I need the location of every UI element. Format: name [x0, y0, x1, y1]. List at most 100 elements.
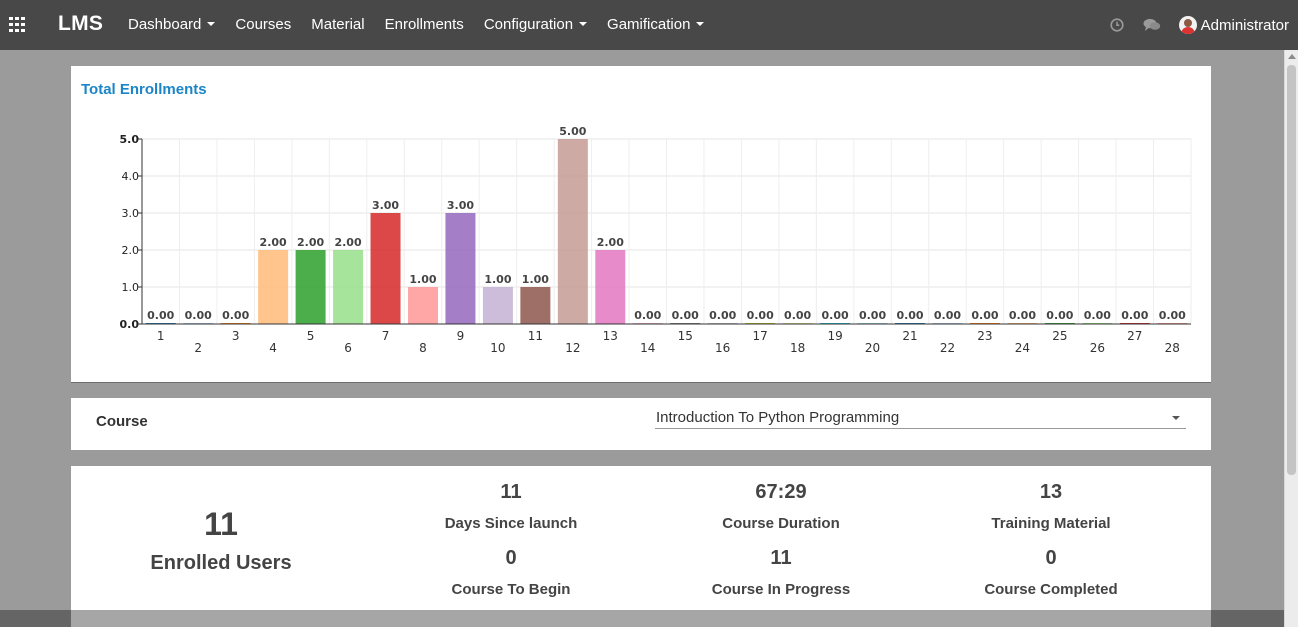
bar-value-label: 1.00	[484, 273, 511, 286]
x-tick-label: 6	[344, 341, 352, 355]
x-tick-label: 11	[528, 329, 543, 343]
menu-material[interactable]: Material	[301, 0, 374, 50]
course-select[interactable]: Introduction To Python Programming	[655, 407, 1186, 429]
chart-bar	[295, 250, 326, 324]
bar-value-label: 0.00	[747, 309, 774, 322]
stat-course-in-progress-value: 11	[770, 547, 792, 569]
y-tick-label: 1.0	[122, 281, 140, 294]
bar-value-label: 2.00	[260, 236, 287, 249]
chart-bar	[482, 287, 513, 324]
bottom-shade	[0, 610, 1284, 627]
bar-value-label: 3.00	[447, 199, 474, 212]
bar-value-label: 0.00	[672, 309, 699, 322]
x-tick-label: 5	[307, 329, 315, 343]
scroll-thumb[interactable]	[1287, 65, 1296, 475]
stat-days-since-launch-value: 11	[500, 481, 522, 503]
y-tick-label: 2.0	[122, 244, 140, 257]
bar-value-label: 0.00	[147, 309, 174, 322]
x-tick-label: 3	[232, 329, 240, 343]
stat-course-completed-value: 0	[1045, 547, 1057, 569]
bar-value-label: 0.00	[1159, 309, 1186, 322]
navbar-systray: Administrator	[1107, 0, 1289, 50]
bar-value-label: 0.00	[859, 309, 886, 322]
chart-bar	[370, 213, 401, 324]
stat-course-duration-value: 67:29	[755, 481, 807, 503]
x-tick-label: 23	[977, 329, 992, 343]
page-scrollbar[interactable]	[1284, 50, 1298, 627]
course-stats-panel: 11 Enrolled Users 11 Days Since launch 6…	[71, 466, 1211, 627]
course-select-value: Introduction To Python Programming	[656, 409, 900, 426]
x-tick-label: 17	[753, 329, 768, 343]
x-tick-label: 8	[419, 341, 427, 355]
user-menu[interactable]: Administrator	[1178, 16, 1289, 34]
enrollments-bar-chart: 0.0 1.0 2.0 3.0 4.0 5.0 0.00 1 0.00 2 0.00 3 2.00 4 2.…	[120, 125, 1192, 355]
caret-down-icon	[696, 22, 705, 26]
x-tick-label: 19	[827, 329, 842, 343]
bar-value-label: 5.00	[559, 125, 586, 138]
menu-label: Configuration	[483, 16, 574, 33]
bar-value-label: 3.00	[372, 199, 399, 212]
x-tick-label: 20	[865, 341, 880, 355]
menu-dashboard[interactable]: Dashboard	[118, 0, 225, 50]
chat-icon[interactable]	[1142, 15, 1162, 35]
stat-days-since-launch-label: Days Since launch	[444, 515, 578, 532]
scroll-up-arrow-icon[interactable]	[1288, 54, 1296, 59]
apps-grid-icon[interactable]	[9, 17, 26, 32]
x-tick-label: 25	[1052, 329, 1067, 343]
bar-value-label: 0.00	[185, 309, 212, 322]
y-tick-label: 3.0	[122, 207, 140, 220]
app-brand[interactable]: LMS	[58, 12, 103, 36]
top-navbar: LMS Dashboard Courses Material Enrollmen…	[0, 0, 1298, 50]
chart-bar	[595, 250, 626, 324]
bar-value-label: 0.00	[222, 309, 249, 322]
chart-bar	[557, 139, 588, 324]
x-tick-label: 14	[640, 341, 655, 355]
x-tick-label: 28	[1165, 341, 1180, 355]
stat-course-completed-label: Course Completed	[984, 581, 1118, 598]
caret-down-icon	[579, 22, 588, 26]
course-filter-panel: Course Introduction To Python Programmin…	[71, 398, 1211, 450]
stat-course-in-progress-label: Course In Progress	[711, 581, 851, 598]
menu-enrollments[interactable]: Enrollments	[375, 0, 474, 50]
chart-bar	[520, 287, 551, 324]
enrolled-users-label: Enrolled Users	[150, 552, 292, 574]
x-tick-label: 2	[194, 341, 202, 355]
user-avatar-icon	[1178, 16, 1197, 34]
bar-value-label: 2.00	[334, 236, 361, 249]
bar-value-label: 0.00	[1009, 309, 1036, 322]
clock-icon[interactable]	[1107, 15, 1127, 35]
main-menu: Dashboard Courses Material Enrollments C…	[118, 0, 714, 50]
bar-value-label: 0.00	[1084, 309, 1111, 322]
bar-value-label: 0.00	[634, 309, 661, 322]
caret-down-icon	[1172, 416, 1180, 420]
chart-bar	[445, 213, 476, 324]
stat-course-duration-label: Course Duration	[722, 515, 840, 532]
x-tick-label: 4	[269, 341, 277, 355]
menu-label: Enrollments	[384, 16, 464, 33]
x-tick-label: 10	[490, 341, 505, 355]
chart-title: Total Enrollments	[81, 81, 207, 98]
menu-label: Gamification	[607, 16, 691, 33]
bar-value-label: 1.00	[409, 273, 436, 286]
enrollments-chart-panel: 0.0 1.0 2.0 3.0 4.0 5.0 0.00 1 0.00 2 0.00 3 2.00 4 2.…	[71, 66, 1211, 382]
menu-gamification[interactable]: Gamification	[597, 0, 714, 50]
menu-courses[interactable]: Courses	[225, 0, 301, 50]
x-tick-label: 12	[565, 341, 580, 355]
chart-bar	[333, 250, 364, 324]
bar-value-label: 0.00	[1121, 309, 1148, 322]
menu-label: Courses	[235, 16, 292, 33]
bar-value-label: 0.00	[822, 309, 849, 322]
bar-value-label: 2.00	[297, 236, 324, 249]
caret-down-icon	[207, 22, 216, 26]
stat-course-to-begin-label: Course To Begin	[451, 581, 571, 598]
user-name: Administrator	[1200, 16, 1289, 34]
chart-bar	[407, 287, 438, 324]
x-tick-label: 27	[1127, 329, 1142, 343]
bar-value-label: 0.00	[784, 309, 811, 322]
enrolled-users-value: 11	[204, 506, 238, 542]
stat-course-to-begin-value: 0	[505, 547, 517, 569]
menu-configuration[interactable]: Configuration	[474, 0, 597, 50]
x-tick-label: 16	[715, 341, 730, 355]
x-tick-label: 26	[1090, 341, 1105, 355]
y-tick-label: 5.0	[120, 133, 140, 146]
